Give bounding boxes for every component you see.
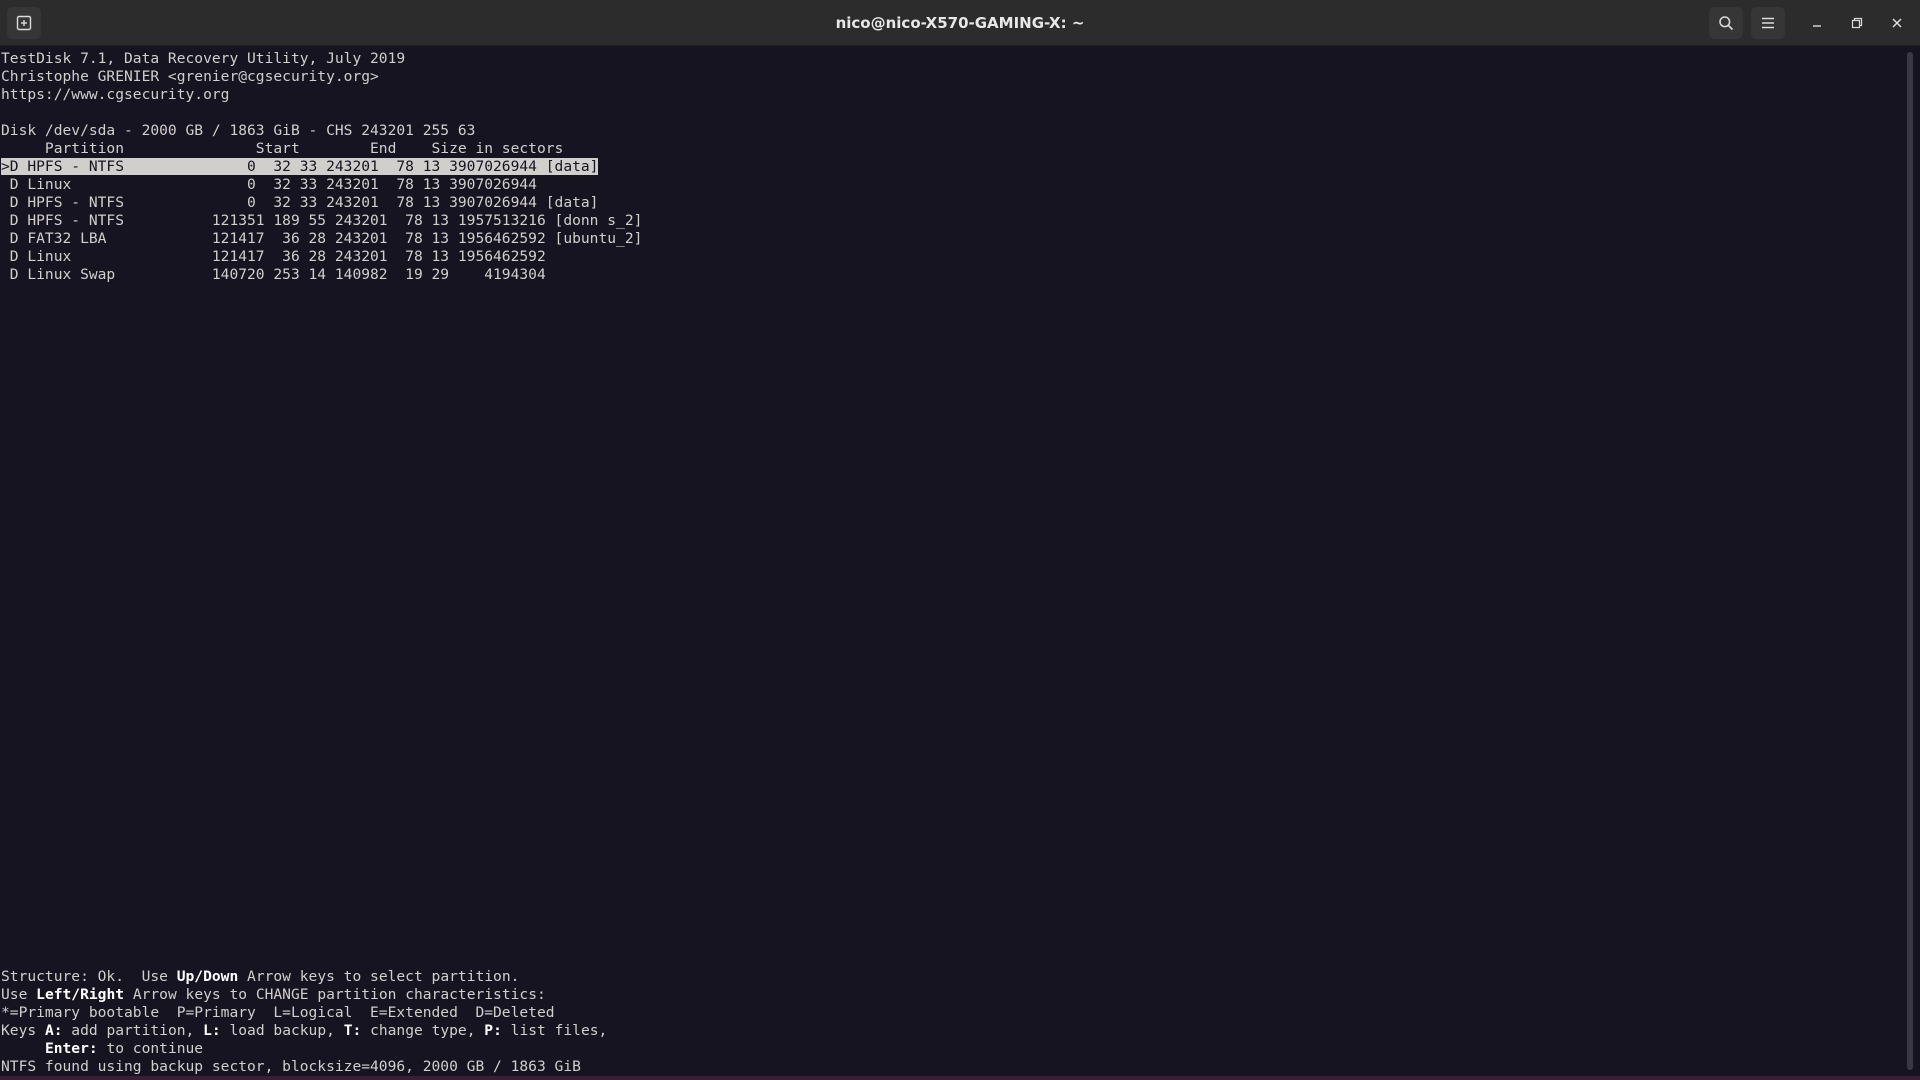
partition-row-selected[interactable]: >D HPFS - NTFS 0 32 33 243201 78 13 3907… [1, 158, 601, 176]
text-cursor [598, 158, 601, 174]
leftright-key-hint: Left/Right [36, 986, 125, 1003]
structure-status-line: Structure: Ok. Use Up/Down Arrow keys to… [1, 968, 520, 985]
search-button[interactable] [1709, 7, 1743, 39]
minimize-icon [1813, 25, 1821, 27]
scrollbar-thumb[interactable] [1907, 52, 1913, 1070]
header-line-author: Christophe GRENIER <grenier@cgsecurity.o… [1, 68, 379, 85]
terminal-scrollbar[interactable] [1900, 46, 1920, 1076]
partition-row[interactable]: D Linux Swap 140720 253 14 140982 19 29 … [1, 266, 546, 284]
close-button[interactable] [1883, 9, 1911, 37]
menu-button[interactable] [1751, 7, 1785, 39]
partition-table-header: Partition Start End Size in sectors [1, 140, 564, 157]
maximize-button[interactable] [1843, 9, 1871, 37]
close-icon [1892, 18, 1902, 28]
hamburger-menu-icon [1762, 17, 1774, 29]
disk-info: Disk /dev/sda - 2000 GB / 1863 GiB - CHS… [1, 122, 476, 139]
partition-row[interactable]: D HPFS - NTFS 121351 189 55 243201 78 13… [1, 212, 643, 230]
ntfs-info-line: NTFS found using backup sector, blocksiz… [1, 1058, 581, 1075]
header-line-url: https://www.cgsecurity.org [1, 86, 230, 103]
change-hint-line: Use Left/Right Arrow keys to CHANGE part… [1, 986, 546, 1003]
partition-row[interactable]: D HPFS - NTFS 0 32 33 243201 78 13 39070… [1, 194, 599, 212]
search-icon [1719, 16, 1734, 31]
partition-row[interactable]: D FAT32 LBA 121417 36 28 243201 78 13 19… [1, 230, 643, 248]
terminal-output[interactable]: TestDisk 7.1, Data Recovery Utility, Jul… [0, 46, 1900, 1076]
minimize-button[interactable] [1803, 9, 1831, 37]
maximize-icon [1851, 17, 1863, 29]
partition-type-legend: *=Primary bootable P=Primary L=Logical E… [1, 1004, 555, 1021]
partition-row[interactable]: D Linux 0 32 33 243201 78 13 3907026944 [1, 176, 537, 194]
partition-row-text: >D HPFS - NTFS 0 32 33 243201 78 13 3907… [1, 158, 599, 175]
window-bottom-edge [0, 1076, 1920, 1080]
keys-hint-line: Keys A: add partition, L: load backup, T… [1, 1022, 608, 1039]
window-title: nico@nico-X570-GAMING-X: ~ [835, 14, 1085, 32]
updown-key-hint: Up/Down [176, 968, 239, 985]
enter-hint-line: Enter: to continue [44, 1040, 204, 1057]
title-bar: nico@nico-X570-GAMING-X: ~ [0, 0, 1920, 46]
header-line-title: TestDisk 7.1, Data Recovery Utility, Jul… [1, 50, 406, 67]
partition-row[interactable]: D Linux 121417 36 28 243201 78 13 195646… [1, 248, 546, 266]
